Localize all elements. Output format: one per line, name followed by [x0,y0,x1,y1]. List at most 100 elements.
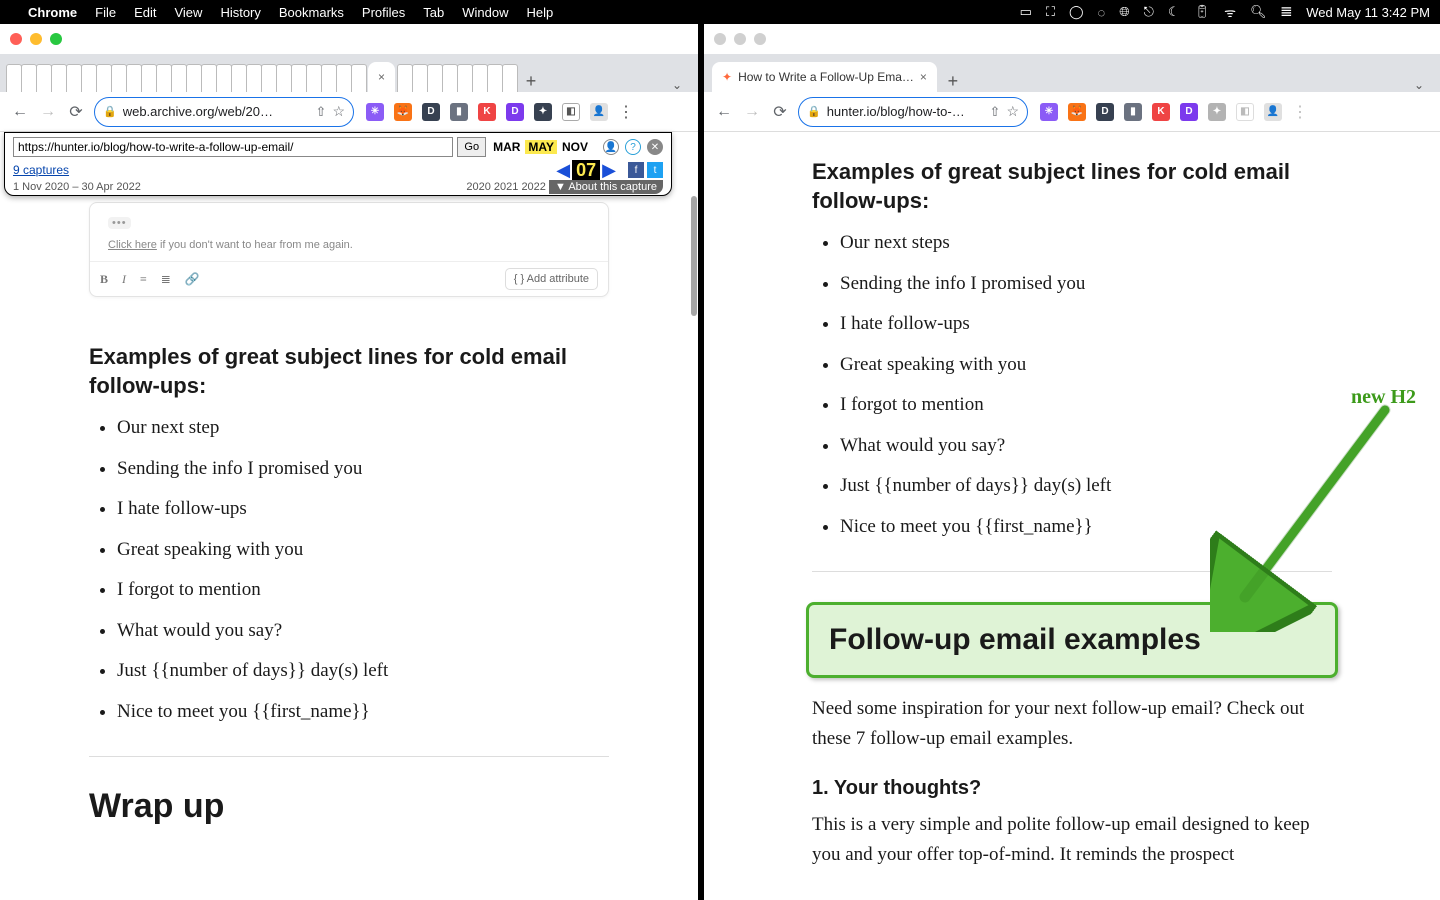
extension-icon[interactable]: D [1180,103,1198,121]
extension-icon[interactable]: ▮ [1124,103,1142,121]
minimize-window-button[interactable] [734,33,746,45]
menu-window[interactable]: Window [462,5,508,20]
bullet-list-button[interactable]: ≡ [140,272,147,287]
minimize-window-button[interactable] [30,33,42,45]
extension-icon[interactable]: K [478,103,496,121]
month-next[interactable]: NOV [559,140,591,154]
reload-button[interactable]: ⟳ [66,102,86,122]
battery-icon[interactable]: 🔋︎ [1194,4,1211,20]
active-tab-right[interactable]: ✦ How to Write a Follow-Up Ema… × [712,62,937,92]
wayback-account-icon[interactable]: 👤 [603,139,619,155]
twitter-icon[interactable]: t [647,162,663,178]
close-tab-button[interactable]: × [378,70,385,84]
leaf-icon[interactable]: ⎋ [1144,4,1154,20]
back-button[interactable]: ← [714,103,734,121]
forward-button[interactable]: → [742,103,762,121]
background-tabs-left-after[interactable] [397,64,517,92]
dnd-icon[interactable]: ☾ [1168,4,1180,20]
about-capture-button[interactable]: ▼ About this capture [549,180,663,194]
back-button[interactable]: ← [10,103,30,121]
url-text: hunter.io/blog/how-to-… [827,104,984,119]
extension-icon[interactable]: K [1152,103,1170,121]
menubar-clock[interactable]: Wed May 11 3:42 PM [1306,5,1430,20]
link-button[interactable]: 🔗 [185,272,200,287]
zoom-window-button[interactable] [50,33,62,45]
extension-icon[interactable]: 🦊 [394,103,412,121]
next-capture-button[interactable]: ▶ [600,160,618,181]
italic-button[interactable]: I [122,272,126,287]
menu-tab[interactable]: Tab [423,5,444,20]
add-attribute-button[interactable]: { } Add attribute [505,268,598,290]
wayback-go-button[interactable]: Go [457,137,486,157]
extension-icon[interactable]: ✳ [1040,103,1058,121]
wayback-captures-link[interactable]: 9 captures [13,163,69,177]
year-prev[interactable]: 2020 [466,181,490,193]
sync-icon[interactable]: ◌ [1098,5,1106,20]
new-tab-button[interactable]: + [517,71,545,92]
close-window-button[interactable] [714,33,726,45]
menu-help[interactable]: Help [527,5,554,20]
prev-capture-button[interactable]: ◀ [554,160,572,181]
example-1-paragraph: This is a very simple and polite follow-… [812,810,1332,869]
sidepanel-icon[interactable]: ◧ [1236,103,1254,121]
menu-bookmarks[interactable]: Bookmarks [279,5,344,20]
bookmark-star-icon[interactable]: ☆ [332,103,345,120]
menu-view[interactable]: View [174,5,202,20]
spotlight-icon[interactable]: 🔍︎ [1250,4,1267,20]
extensions-menu-icon[interactable]: ✦ [534,103,552,121]
new-tab-button[interactable]: + [939,71,967,92]
scrollbar-thumb[interactable] [691,196,697,316]
wayback-url-input[interactable] [13,137,453,157]
extension-icon[interactable]: 🦊 [1068,103,1086,121]
extensions-menu-icon[interactable]: ✦ [1208,103,1226,121]
wayback-date-nav: ◀ 07 ▶ [554,160,618,181]
year-next[interactable]: 2022 [521,181,545,193]
control-center-icon[interactable]: 𝌆 [1281,4,1293,20]
address-bar-left[interactable]: 🔒 web.archive.org/web/20… ⇧ ☆ [94,97,354,127]
bold-button[interactable]: B [100,272,108,287]
tab-search-button[interactable]: ⌄ [1404,78,1434,92]
ellipsis-icon[interactable]: ••• [108,217,131,229]
kebab-menu[interactable]: ⋮ [1292,102,1308,122]
globe-icon[interactable]: 🌐︎ [1119,4,1129,20]
sidepanel-icon[interactable]: ◧ [562,103,580,121]
extension-icon[interactable]: ✳ [366,103,384,121]
menu-edit[interactable]: Edit [134,5,156,20]
facebook-icon[interactable]: f [628,162,644,178]
extension-icon[interactable]: D [422,103,440,121]
forward-button[interactable]: → [38,103,58,121]
zoom-window-button[interactable] [754,33,766,45]
app-menu[interactable]: Chrome [28,5,77,20]
kebab-menu[interactable]: ⋮ [618,102,634,122]
zoom-icon[interactable]: ▭ [1020,4,1032,20]
extension-icon[interactable]: ▮ [450,103,468,121]
screenshot-icon[interactable]: ⛶ [1046,4,1055,20]
menu-file[interactable]: File [95,5,116,20]
background-tabs-left[interactable] [6,64,366,92]
bookmark-star-icon[interactable]: ☆ [1006,103,1019,120]
wifi-icon[interactable]: ᯤ [1224,3,1236,21]
divider [89,756,609,757]
close-window-button[interactable] [10,33,22,45]
address-bar-right[interactable]: 🔒 hunter.io/blog/how-to-… ⇧ ☆ [798,97,1028,127]
tab-search-button[interactable]: ⌄ [662,78,692,92]
extension-icon[interactable]: D [506,103,524,121]
wayback-close-icon[interactable]: ✕ [647,139,663,155]
menu-profiles[interactable]: Profiles [362,5,405,20]
reload-button[interactable]: ⟳ [770,102,790,122]
year-current: 2021 [494,181,518,193]
profile-avatar[interactable]: 👤 [590,103,608,121]
numbered-list-button[interactable]: ≣ [161,272,171,287]
wayback-help-icon[interactable]: ? [625,139,641,155]
share-icon[interactable]: ⇧ [990,104,1001,120]
shield-icon[interactable]: ◯ [1069,4,1084,20]
wrap-up-heading: Wrap up [89,787,609,826]
profile-avatar[interactable]: 👤 [1264,103,1282,121]
active-tab-left[interactable]: × [368,62,395,92]
extension-icon[interactable]: D [1096,103,1114,121]
mac-menubar: Chrome File Edit View History Bookmarks … [0,0,1440,24]
menu-history[interactable]: History [220,5,260,20]
month-prev[interactable]: MAR [490,140,523,154]
close-tab-button[interactable]: × [920,70,927,84]
share-icon[interactable]: ⇧ [316,104,327,120]
